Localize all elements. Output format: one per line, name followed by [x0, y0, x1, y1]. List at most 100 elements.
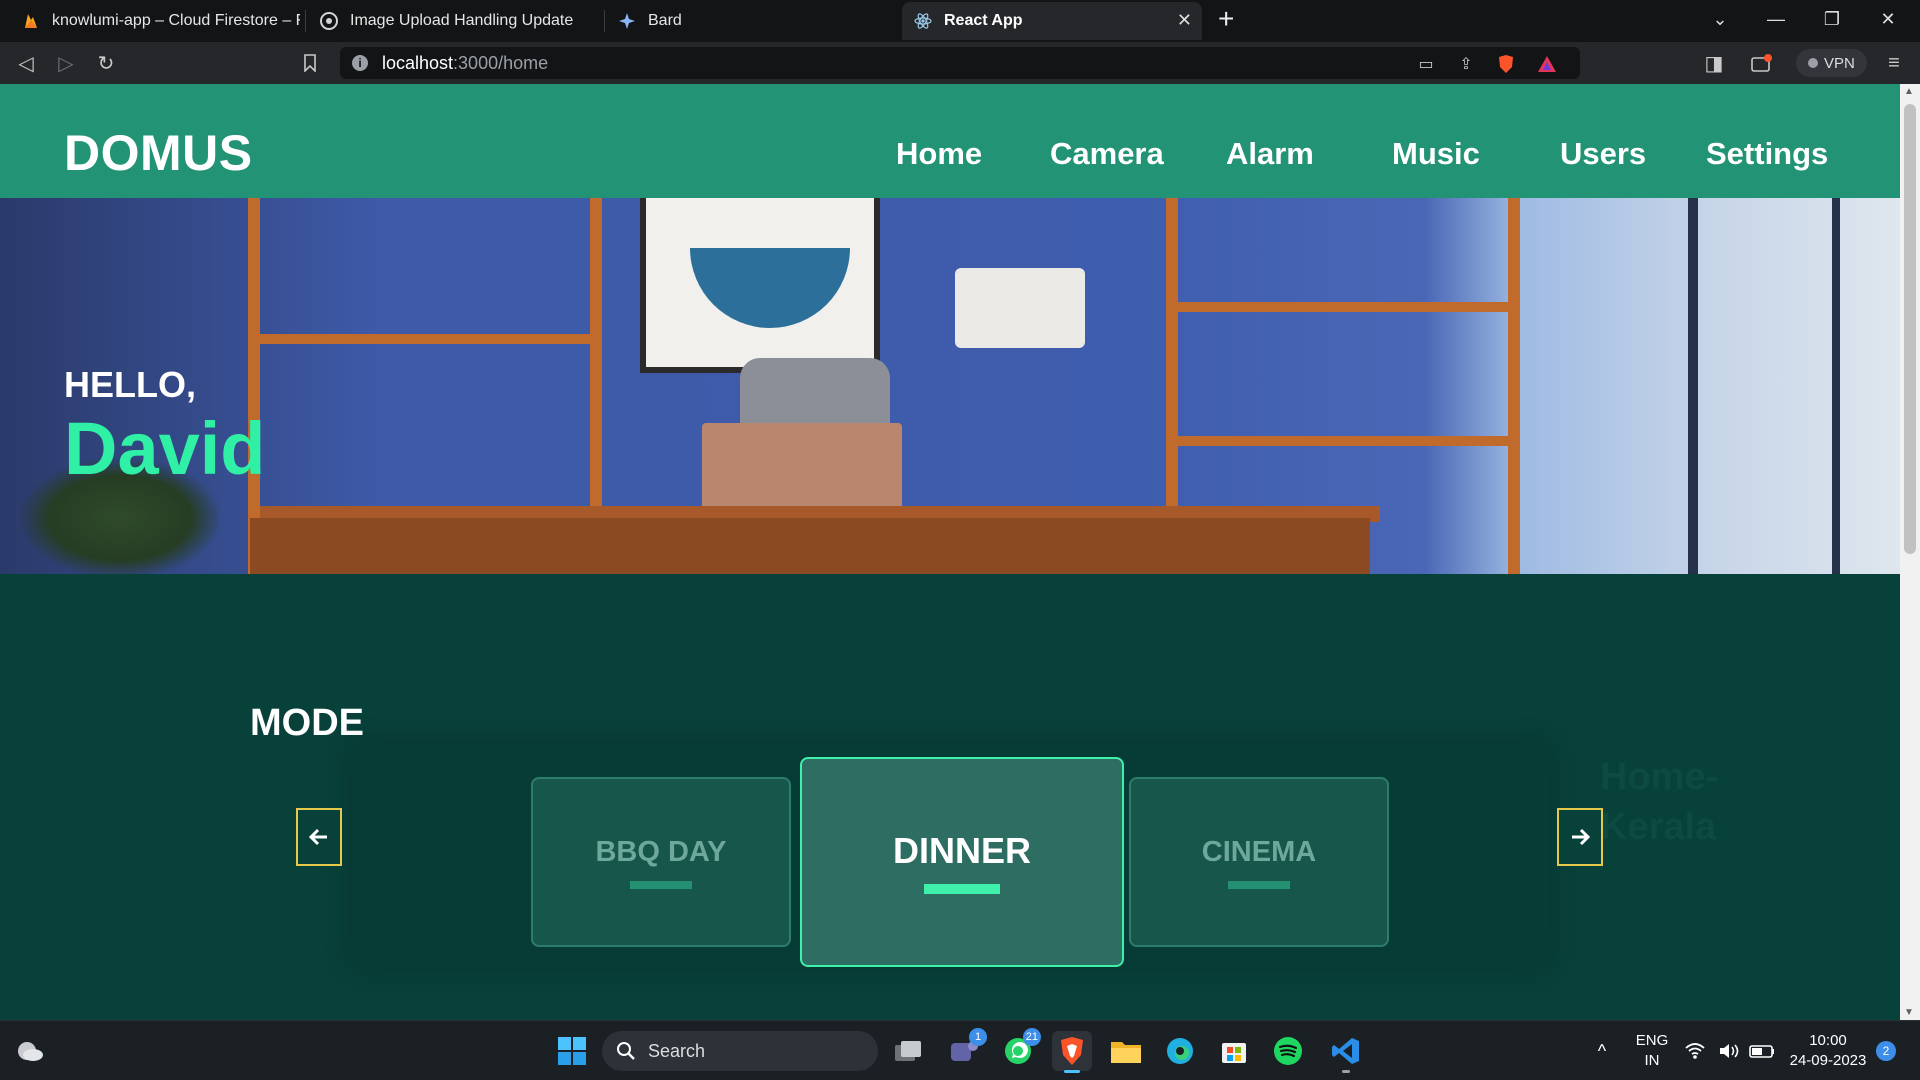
- site-info-icon[interactable]: i: [352, 55, 368, 71]
- page-viewport: DOMUS Home Camera Alarm Music Users Sett…: [0, 84, 1920, 1020]
- window-frame: [1832, 198, 1840, 574]
- arrow-right-icon: [1572, 828, 1590, 846]
- new-tab-button[interactable]: +: [1218, 4, 1234, 34]
- brave-rewards-icon[interactable]: [1536, 53, 1558, 75]
- mode-card-dinner[interactable]: DINNER: [800, 757, 1124, 967]
- tab-image-upload[interactable]: Image Upload Handling Update: [308, 2, 598, 40]
- browser-toolbar: ◁ ▷ ↻ i localhost:3000/home ▭ ⇪ ◨ VPN ≡: [0, 42, 1920, 84]
- wifi-volume-battery-icon: [1685, 1043, 1774, 1059]
- brave-browser-icon[interactable]: [1052, 1031, 1092, 1073]
- mode-card-indicator: [630, 880, 692, 889]
- back-icon[interactable]: ◁: [12, 50, 40, 76]
- tab-title: Image Upload Handling Update: [350, 12, 574, 29]
- taskbar-search[interactable]: Search: [602, 1031, 878, 1071]
- site-header: DOMUS Home Camera Alarm Music Users Sett…: [0, 84, 1900, 198]
- firebase-icon: [22, 12, 40, 30]
- carousel-next-button[interactable]: [1557, 808, 1603, 866]
- shelf-board: [248, 334, 602, 344]
- window-close-button[interactable]: ✕: [1860, 0, 1916, 38]
- lamp-shade: [955, 268, 1085, 348]
- mode-card-cinema[interactable]: CINEMA: [1129, 777, 1389, 947]
- menu-icon[interactable]: ≡: [1880, 50, 1908, 76]
- hero-banner-image: [0, 198, 1900, 574]
- nav-alarm[interactable]: Alarm: [1226, 136, 1314, 172]
- greeting-text: HELLO,: [64, 364, 196, 405]
- spotify-icon[interactable]: [1268, 1031, 1308, 1071]
- shelf-post: [1508, 198, 1520, 574]
- nav-camera[interactable]: Camera: [1050, 136, 1164, 172]
- close-icon[interactable]: ✕: [1177, 10, 1192, 31]
- browser-tab-strip: knowlumi-app – Cloud Firestore – Fire Im…: [0, 0, 1920, 42]
- mode-title: MODE: [250, 702, 364, 744]
- search-icon: [617, 1042, 635, 1060]
- nav-settings[interactable]: Settings: [1706, 136, 1828, 172]
- language-indicator[interactable]: ENG IN: [1630, 1031, 1674, 1071]
- windows-start-icon[interactable]: [552, 1031, 592, 1071]
- tab-title: React App: [944, 12, 1023, 29]
- sidebar-toggle-icon[interactable]: ◨: [1700, 50, 1728, 76]
- mode-card-indicator: [1228, 880, 1290, 889]
- ghost-text: Home- Kerala: [1600, 756, 1719, 848]
- tab-firestore[interactable]: knowlumi-app – Cloud Firestore – Fire: [10, 2, 300, 40]
- vscode-icon[interactable]: [1326, 1031, 1366, 1073]
- microsoft-store-icon[interactable]: [1214, 1031, 1254, 1071]
- active-indicator: [1064, 1070, 1080, 1073]
- tray-status-icons[interactable]: [1680, 1031, 1784, 1071]
- mode-card-bbq-day[interactable]: BBQ DAY: [531, 777, 791, 947]
- restore-button[interactable]: ❐: [1804, 0, 1860, 38]
- tab-title: Bard: [648, 12, 682, 29]
- tab-bard[interactable]: Bard: [606, 2, 896, 40]
- whatsapp-icon[interactable]: 21: [998, 1028, 1041, 1071]
- vpn-button[interactable]: VPN: [1796, 49, 1867, 77]
- scroll-up-icon[interactable]: ▲: [1904, 86, 1914, 97]
- vpn-status-icon: [1808, 58, 1818, 68]
- nav-home[interactable]: Home: [896, 136, 982, 172]
- nav-music[interactable]: Music: [1392, 136, 1480, 172]
- window-frame: [1688, 198, 1698, 574]
- share-icon[interactable]: ⇪: [1455, 53, 1477, 75]
- chatgpt-icon: [320, 12, 338, 30]
- user-name: David: [64, 407, 266, 490]
- running-indicator: [1342, 1070, 1350, 1073]
- carousel-prev-button[interactable]: [296, 808, 342, 866]
- teams-icon[interactable]: 1: [944, 1028, 987, 1071]
- task-view-icon[interactable]: [888, 1031, 928, 1071]
- nav-users[interactable]: Users: [1560, 136, 1646, 172]
- scroll-down-icon[interactable]: ▼: [1904, 1007, 1914, 1018]
- react-icon: [914, 12, 932, 30]
- weather-icon[interactable]: [10, 1031, 50, 1071]
- bookmark-icon[interactable]: [296, 50, 324, 76]
- brave-shield-icon[interactable]: [1495, 53, 1517, 75]
- mode-card-label: BBQ DAY: [595, 835, 727, 868]
- minimize-button[interactable]: —: [1748, 0, 1804, 38]
- mode-card-label: DINNER: [892, 830, 1031, 871]
- arrow-left-icon: [309, 828, 327, 846]
- tab-title: knowlumi-app – Cloud Firestore – Fire: [52, 12, 300, 29]
- shelf-board: [1166, 302, 1520, 312]
- clock[interactable]: 10:00 24-09-2023: [1786, 1031, 1870, 1071]
- bard-icon: [618, 12, 636, 30]
- address-bar[interactable]: i localhost:3000/home ▭ ⇪: [340, 47, 1580, 79]
- url-text: localhost:3000/home: [382, 53, 549, 73]
- tab-react-app[interactable]: React App ✕: [902, 2, 1202, 40]
- teams-badge: 1: [969, 1028, 987, 1046]
- desk: [250, 518, 1370, 574]
- site-logo[interactable]: DOMUS: [64, 124, 253, 182]
- mode-card-indicator: [924, 884, 1000, 894]
- forward-icon[interactable]: ▷: [52, 50, 80, 76]
- tab-separator: [305, 10, 306, 32]
- file-explorer-icon[interactable]: [1106, 1031, 1146, 1071]
- mode-card-label: CINEMA: [1201, 835, 1317, 868]
- tab-list-chevron-icon[interactable]: ⌄: [1692, 0, 1748, 38]
- tray-chevron-up-icon[interactable]: ^: [1582, 1031, 1622, 1071]
- cast-icon[interactable]: ▭: [1415, 53, 1437, 75]
- notification-badge[interactable]: 2: [1876, 1041, 1896, 1061]
- whatsapp-badge: 21: [1022, 1028, 1041, 1046]
- wallet-icon[interactable]: [1748, 50, 1776, 76]
- reload-icon[interactable]: ↻: [92, 50, 120, 76]
- scrollbar-thumb[interactable]: [1904, 104, 1916, 554]
- edge-icon[interactable]: [1160, 1031, 1200, 1071]
- windows-taskbar: Search 1 21 ^ ENG IN 10:00 24-09-2023 2: [0, 1020, 1920, 1080]
- shelf-board: [1166, 436, 1520, 446]
- page-scrollbar[interactable]: ▲ ▼: [1900, 84, 1920, 1020]
